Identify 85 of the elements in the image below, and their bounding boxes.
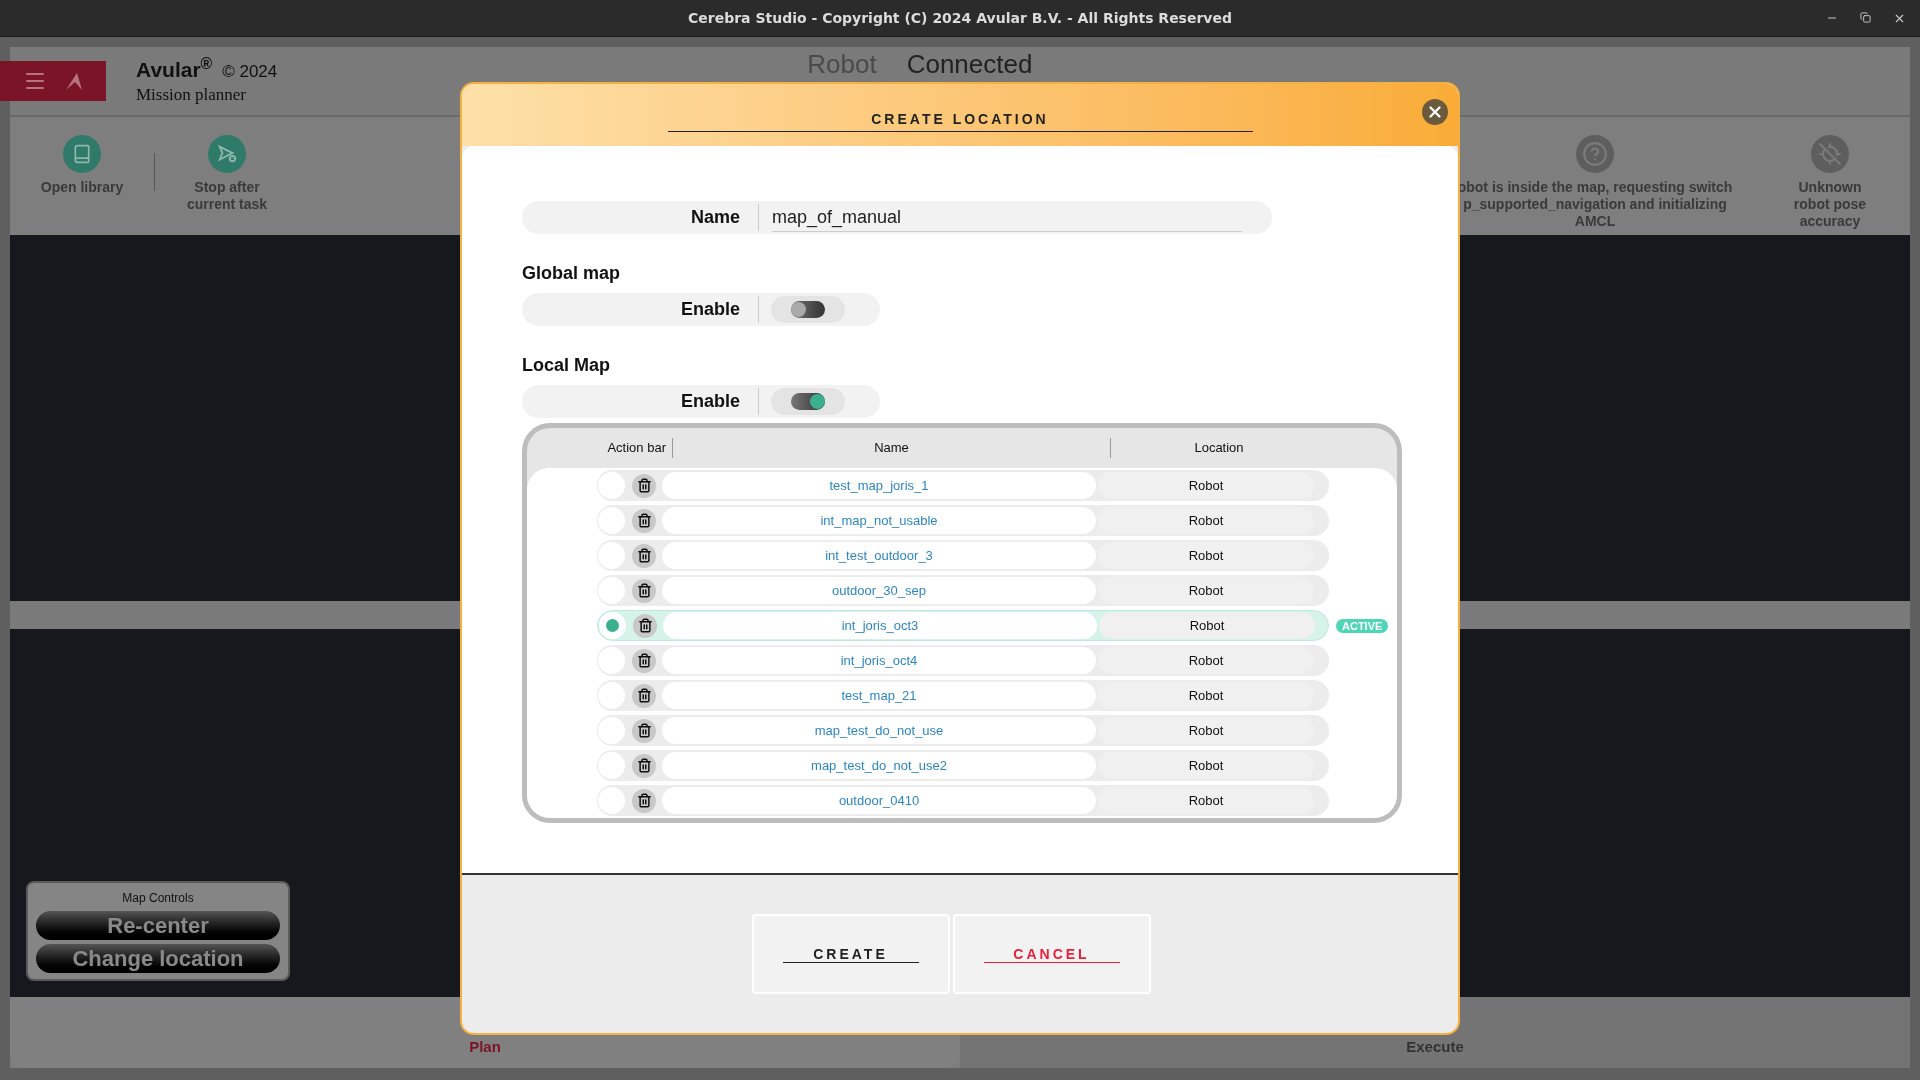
map-name-cell[interactable]: test_map_21 [662, 682, 1096, 709]
delete-button[interactable] [632, 578, 656, 603]
delete-button[interactable] [632, 683, 656, 708]
column-header: Location [1193, 439, 1245, 458]
location-cell: Robot [1098, 542, 1314, 569]
trash-icon [637, 618, 653, 633]
delete-button[interactable] [632, 788, 656, 813]
map-name-cell[interactable]: int_map_not_usable [662, 507, 1096, 534]
window-title: Cerebra Studio - Copyright (C) 2024 Avular B.V. - All Rights Reserved [688, 10, 1232, 26]
delete-button[interactable] [633, 613, 657, 638]
column-header: Action bar [527, 438, 673, 458]
map-name-cell[interactable]: map_test_do_not_use2 [662, 752, 1096, 779]
map-control-button[interactable]: Change location [36, 944, 280, 973]
location-cell: Robot [1098, 787, 1314, 814]
table-row[interactable]: int_map_not_usable Robot [597, 505, 1329, 536]
table-row[interactable]: map_test_do_not_use Robot [597, 715, 1329, 746]
delete-button[interactable] [632, 473, 656, 498]
dialog-title: CREATE LOCATION [667, 108, 1253, 132]
table-row[interactable]: test_map_joris_1 Robot [597, 470, 1329, 501]
trash-icon [636, 478, 652, 493]
table-row[interactable]: outdoor_30_sep Robot [597, 575, 1329, 606]
location-cell: Robot [1098, 577, 1314, 604]
locate-off-icon [1811, 135, 1849, 173]
location-cell: Robot [1098, 752, 1314, 779]
restore-icon[interactable] [1860, 11, 1871, 23]
table-row[interactable]: outdoor_0410 Robot [597, 785, 1329, 816]
table-row[interactable]: int_joris_oct4 Robot [597, 645, 1329, 676]
location-cell: Robot [1098, 472, 1314, 499]
location-cell: Robot [1098, 647, 1314, 674]
toolbar-label: Open library [40, 179, 124, 196]
toggle-switch[interactable] [791, 393, 825, 410]
trash-icon [636, 548, 652, 563]
location-cell: Robot [1098, 682, 1314, 709]
table-row[interactable]: test_map_21 Robot [597, 680, 1329, 711]
copyright-year: © 2024 [222, 61, 278, 83]
delete-button[interactable] [632, 508, 656, 533]
field-label: Enable [522, 296, 759, 323]
logo-icon [63, 71, 84, 91]
delete-button[interactable] [632, 543, 656, 568]
toggle-switch[interactable] [791, 301, 825, 318]
column-header: Name [673, 438, 1111, 458]
delete-button[interactable] [632, 718, 656, 743]
table-row[interactable]: int_test_outdoor_3 Robot [597, 540, 1329, 571]
trash-icon [636, 513, 652, 528]
help-icon [1576, 135, 1614, 173]
map-name-cell[interactable]: outdoor_30_sep [662, 577, 1096, 604]
location-cell: Robot [1098, 507, 1314, 534]
map-name-cell[interactable]: int_joris_oct3 [663, 612, 1097, 639]
status-text: Unknown robot pose accuracy [1792, 179, 1868, 230]
brand-name: Avular$^{®}$ [136, 57, 213, 84]
field-label: Name [522, 204, 759, 231]
section-title: Local Map [522, 354, 611, 377]
menu-logo-button[interactable] [0, 61, 106, 101]
field-value: map_of_manual [772, 203, 1242, 232]
cancel-button[interactable]: CANCEL [952, 914, 1151, 994]
trash-icon [636, 653, 652, 668]
app-subtitle: Mission planner [136, 83, 248, 105]
map-name-cell[interactable]: int_test_outdoor_3 [662, 542, 1096, 569]
map-name-cell[interactable]: int_joris_oct4 [662, 647, 1096, 674]
table-row[interactable]: map_test_do_not_use2 Robot [597, 750, 1329, 781]
status-badge: ACTIVE [1336, 618, 1389, 633]
map-control-button[interactable]: Re-center [36, 911, 280, 940]
close-button[interactable] [1422, 99, 1448, 125]
field-label: Enable [522, 388, 759, 415]
map-name-cell[interactable]: test_map_joris_1 [662, 472, 1096, 499]
table-row[interactable]: int_joris_oct3 Robot [597, 610, 1329, 641]
trash-icon [636, 688, 652, 703]
location-cell: Robot [1099, 612, 1315, 639]
trash-icon [636, 723, 652, 738]
trash-icon [636, 793, 652, 808]
map-name-cell[interactable]: outdoor_0410 [662, 787, 1096, 814]
name-field[interactable]: Name map_of_manual [522, 201, 1272, 234]
status-value: Connected [906, 49, 1033, 79]
delete-button[interactable] [632, 753, 656, 778]
trash-icon [636, 758, 652, 773]
location-cell: Robot [1098, 717, 1314, 744]
radio-button[interactable] [599, 612, 626, 639]
panel-title: Map Controls [122, 890, 194, 907]
section-title: Global map [522, 262, 621, 285]
map-name-cell[interactable]: map_test_do_not_use [662, 717, 1096, 744]
close-icon [1426, 103, 1444, 121]
delete-button[interactable] [632, 648, 656, 673]
create-button[interactable]: CREATE [751, 914, 950, 994]
toolbar-label: Stop after current task [185, 179, 269, 213]
trash-icon [636, 583, 652, 598]
